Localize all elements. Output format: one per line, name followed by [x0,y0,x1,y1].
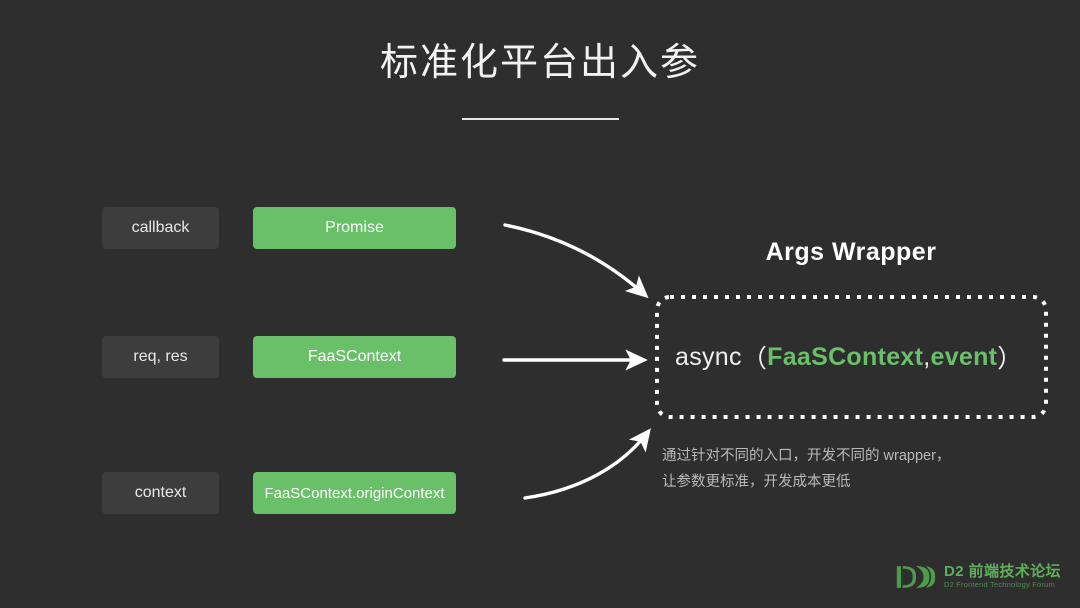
target-chip-faascontext-origincontext: FaaSContext.originContext [253,472,456,514]
target-chip-promise: Promise [253,207,456,249]
logo-subtitle: D2 Frontend Technology Forum [944,580,1055,589]
arrow-origincontext-to-wrapper [523,428,651,500]
arrow-promise-to-wrapper [503,223,649,299]
signature-close-paren: ） [997,345,1023,373]
signature-separator: , [923,342,931,371]
caption-line-1: 通过针对不同的入口，开发不同的 wrapper， [662,448,951,464]
footer-logo: D2 前端技术论坛 D2 Frontend Technology Forum [896,558,1061,596]
signature-arg-faascontext: FaaSContext [767,342,924,371]
d2-logo-icon [896,566,936,588]
signature-open-paren: （ [741,345,768,373]
caption-line-2: 让参数更标准，开发成本更低 [662,474,851,490]
target-chip-faascontext: FaaSContext [253,336,456,378]
page-title: 标准化平台出入参 [379,42,700,84]
args-wrapper-heading: Args Wrapper [765,238,937,266]
args-wrapper-box: async （ FaaSContext , event ） [655,295,1048,419]
source-chip-req-res: req, res [102,336,219,378]
logo-text-group: D2 前端技术论坛 D2 Frontend Technology Forum [944,564,1061,590]
source-chip-callback: callback [102,207,219,249]
signature-keyword: async [675,342,742,371]
logo-title: D2 前端技术论坛 [944,563,1061,580]
source-chip-context: context [102,472,219,514]
signature-arg-event: event [930,342,998,371]
title-divider [462,118,619,120]
slide-root: 标准化平台出入参 callback Promise req, res FaaSC… [0,0,1080,608]
wrapper-caption: 通过针对不同的入口，开发不同的 wrapper， 让参数更标准，开发成本更低 [662,443,1062,495]
wrapper-signature: async （ FaaSContext , event ） [675,295,1030,419]
